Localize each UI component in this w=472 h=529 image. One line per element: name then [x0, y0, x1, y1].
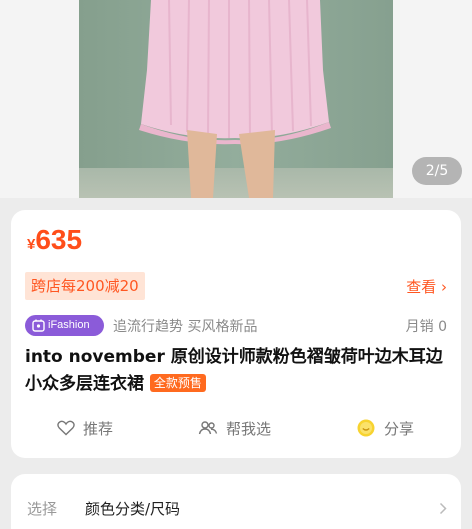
product-image-gallery[interactable]: 2/5 [0, 0, 472, 198]
ifashion-label: iFashion [48, 319, 90, 331]
cross-store-promo-tag[interactable]: 跨店每200减20 [25, 272, 145, 300]
recommend-label: 推荐 [83, 419, 114, 438]
pink-dress-figure [139, 0, 331, 198]
heart-outline-icon [57, 420, 75, 436]
brand-slogan: 追流行趋势 买风格新品 [113, 319, 258, 335]
brand-row: iFashion 追流行趋势 买风格新品 月销 0 [25, 315, 447, 337]
product-title-text: into november 原创设计师款粉色褶皱荷叶边木耳边小众多层连衣裙 [25, 347, 443, 394]
share-label: 分享 [384, 419, 415, 438]
product-info-card: ¥635 跨店每200减20 查看 › iFashion 追流行趋势 买风格新品… [11, 210, 461, 458]
spec-value: 颜色分类/尺码 [85, 500, 181, 518]
monthly-sales: 月销 0 [405, 319, 447, 335]
share-button[interactable]: 分享 [356, 416, 414, 440]
view-promo-link[interactable]: 查看 › [406, 276, 447, 297]
help-choose-label: 帮我选 [226, 419, 272, 438]
ifashion-logo-icon [32, 319, 45, 332]
image-page-indicator: 2/5 [412, 157, 462, 185]
price: ¥635 [27, 224, 82, 256]
price-amount: 635 [35, 224, 83, 255]
help-choose-button[interactable]: 帮我选 [198, 416, 271, 440]
product-photo[interactable] [79, 0, 393, 198]
yellow-smiley-coin-icon [357, 419, 375, 437]
spec-label: 选择 [27, 500, 58, 518]
spec-selection-row[interactable]: 选择 颜色分类/尺码 [11, 474, 461, 529]
recommend-button[interactable]: 推荐 [57, 416, 113, 440]
ifashion-badge[interactable]: iFashion [25, 315, 104, 336]
people-icon [198, 421, 218, 435]
chevron-right-icon [439, 502, 447, 515]
product-title: into november 原创设计师款粉色褶皱荷叶边木耳边小众多层连衣裙 全款… [25, 344, 450, 398]
presale-tag: 全款预售 [149, 374, 206, 392]
